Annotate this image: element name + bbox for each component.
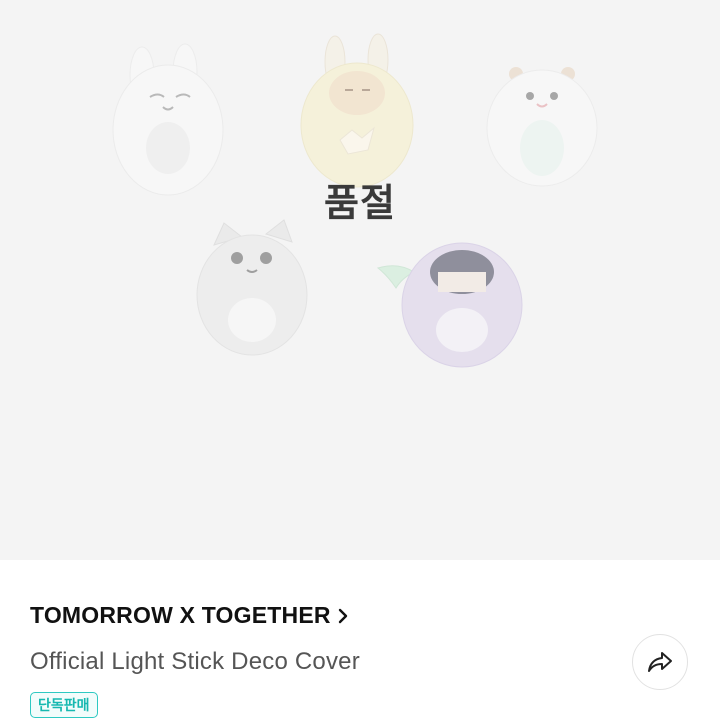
product-illustration [112, 33, 598, 368]
share-arrow-icon [646, 650, 674, 674]
exclusive-sale-badge: 단독판매 [30, 692, 98, 718]
share-button[interactable] [632, 634, 688, 690]
sold-out-overlay: 품절 [324, 181, 396, 225]
artist-link[interactable]: TOMORROW X TOGETHER [30, 602, 351, 629]
deco-cover-grey-cat [196, 219, 308, 356]
deco-cover-yellow-bunny [300, 33, 414, 188]
deco-cover-purple-character [376, 242, 523, 368]
chevron-right-icon [335, 605, 351, 627]
deco-cover-white-sheep [486, 67, 598, 187]
artist-name: TOMORROW X TOGETHER [30, 602, 331, 628]
product-image[interactable]: 품절 [0, 0, 720, 560]
product-title: Official Light Stick Deco Cover [30, 648, 360, 675]
product-info-panel [0, 560, 720, 720]
